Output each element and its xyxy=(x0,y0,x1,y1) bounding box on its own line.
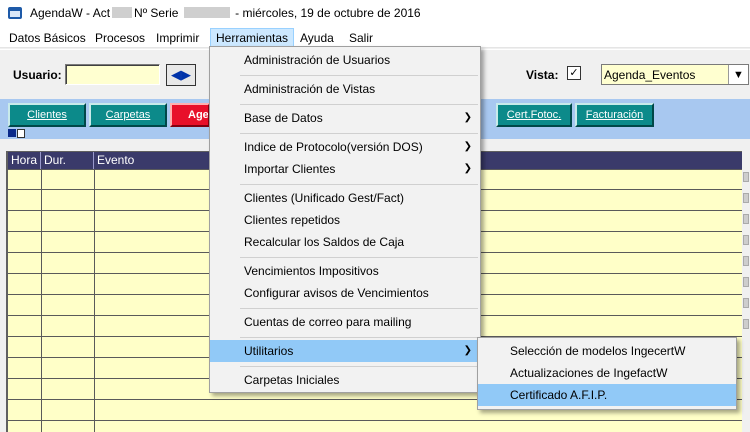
menu-item-utilitarios[interactable]: Utilitarios ❯ xyxy=(210,340,480,362)
menu-item-clientes-repetidos[interactable]: Clientes repetidos xyxy=(210,209,480,231)
chevron-right-icon: ❯ xyxy=(463,112,472,123)
tab-facturacion[interactable]: Facturación xyxy=(575,103,654,127)
tab-agenda[interactable]: Age xyxy=(170,103,210,127)
title-serie: Nº Serie xyxy=(134,6,179,20)
tab-cert-fotoc[interactable]: Cert.Fotoc. xyxy=(496,103,572,127)
column-dur[interactable]: Dur. xyxy=(41,152,94,169)
submenu-item-ingefactw[interactable]: Actualizaciones de IngefactW xyxy=(478,362,736,384)
menu-item-label: Utilitarios xyxy=(244,344,294,358)
menu-salir[interactable]: Salir xyxy=(344,28,378,48)
submenu-item-certificado-afip[interactable]: Certificado A.F.I.P. xyxy=(478,384,736,406)
menu-item-clientes-unificado[interactable]: Clientes (Unificado Gest/Fact) xyxy=(210,187,480,209)
vista-select-value: Agenda_Eventos xyxy=(604,68,696,82)
new-icon[interactable] xyxy=(8,129,16,137)
chevron-right-icon: ❯ xyxy=(463,345,472,356)
menu-separator xyxy=(240,133,478,134)
grid-divider xyxy=(41,169,42,432)
usuario-label: Usuario: xyxy=(13,68,62,82)
menu-ayuda[interactable]: Ayuda xyxy=(295,28,339,48)
title-date: - miércoles, 19 de octubre de 2016 xyxy=(235,6,421,20)
menu-separator xyxy=(240,104,478,105)
menu-separator xyxy=(240,366,478,367)
scroll-marker[interactable] xyxy=(743,214,749,224)
double-arrow-icon: ◀▶ xyxy=(171,67,191,82)
vista-label: Vista: xyxy=(526,68,559,82)
menu-item-admin-vistas[interactable]: Administración de Vistas xyxy=(210,78,480,100)
scroll-marker[interactable] xyxy=(743,298,749,308)
menu-item-carpetas-iniciales[interactable]: Carpetas Iniciales xyxy=(210,369,480,391)
menu-herramientas[interactable]: Herramientas xyxy=(210,28,295,48)
menu-item-indice-protocolo[interactable]: Indice de Protocolo(versión DOS) ❯ xyxy=(210,136,480,158)
menu-item-cuentas-correo[interactable]: Cuentas de correo para mailing xyxy=(210,311,480,333)
scroll-marker[interactable] xyxy=(743,172,749,182)
menu-bar: Datos Básicos Procesos Imprimir Herramie… xyxy=(0,28,750,48)
vista-checkbox[interactable]: ✓ xyxy=(567,66,581,80)
usuario-input[interactable] xyxy=(65,64,160,85)
menu-item-configurar-avisos[interactable]: Configurar avisos de Vencimientos xyxy=(210,282,480,304)
title-prefix: AgendaW - Act xyxy=(30,6,111,20)
menu-separator xyxy=(240,308,478,309)
menu-separator xyxy=(240,184,478,185)
grid-divider xyxy=(94,169,95,432)
chevron-right-icon: ❯ xyxy=(463,163,472,174)
vista-dropdown-button[interactable]: ▼ xyxy=(728,65,748,84)
grid-row-line xyxy=(8,420,742,421)
tab-carpetas[interactable]: Carpetas xyxy=(89,103,167,127)
page-icon[interactable] xyxy=(17,129,25,138)
app-folder-icon xyxy=(8,7,22,19)
scroll-marker[interactable] xyxy=(743,256,749,266)
menu-item-admin-usuarios[interactable]: Administración de Usuarios xyxy=(210,49,480,71)
scroll-marker[interactable] xyxy=(743,235,749,245)
scroll-marker[interactable] xyxy=(743,277,749,287)
menu-item-label: Base de Datos xyxy=(244,111,323,125)
menu-imprimir[interactable]: Imprimir xyxy=(151,28,204,48)
tab-clientes[interactable]: Clientes xyxy=(8,103,86,127)
menu-item-vencimientos[interactable]: Vencimientos Impositivos xyxy=(210,260,480,282)
swap-button[interactable]: ◀▶ xyxy=(166,64,196,86)
menu-item-label: Importar Clientes xyxy=(244,162,336,176)
check-icon: ✓ xyxy=(569,67,579,79)
menu-item-base-datos[interactable]: Base de Datos ❯ xyxy=(210,107,480,129)
scroll-marker[interactable] xyxy=(743,193,749,203)
menu-item-label: Indice de Protocolo(versión DOS) xyxy=(244,140,423,154)
chevron-down-icon: ▼ xyxy=(733,68,744,81)
menu-datos-basicos[interactable]: Datos Básicos xyxy=(4,28,91,48)
menu-procesos[interactable]: Procesos xyxy=(90,28,150,48)
chevron-right-icon: ❯ xyxy=(463,141,472,152)
menu-separator xyxy=(240,257,478,258)
menu-separator xyxy=(240,337,478,338)
redacted-block xyxy=(112,7,133,18)
column-hora[interactable]: Hora xyxy=(8,152,41,169)
redacted-block xyxy=(183,7,230,18)
menu-separator xyxy=(240,75,478,76)
scroll-marker[interactable] xyxy=(743,319,749,329)
menu-item-importar-clientes[interactable]: Importar Clientes ❯ xyxy=(210,158,480,180)
submenu-item-ingecertw[interactable]: Selección de modelos IngecertW xyxy=(478,340,736,362)
menu-item-recalcular-saldos[interactable]: Recalcular los Saldos de Caja xyxy=(210,231,480,253)
window-title: AgendaW - Act Nº Serie - miércoles, 19 de… xyxy=(30,6,421,20)
